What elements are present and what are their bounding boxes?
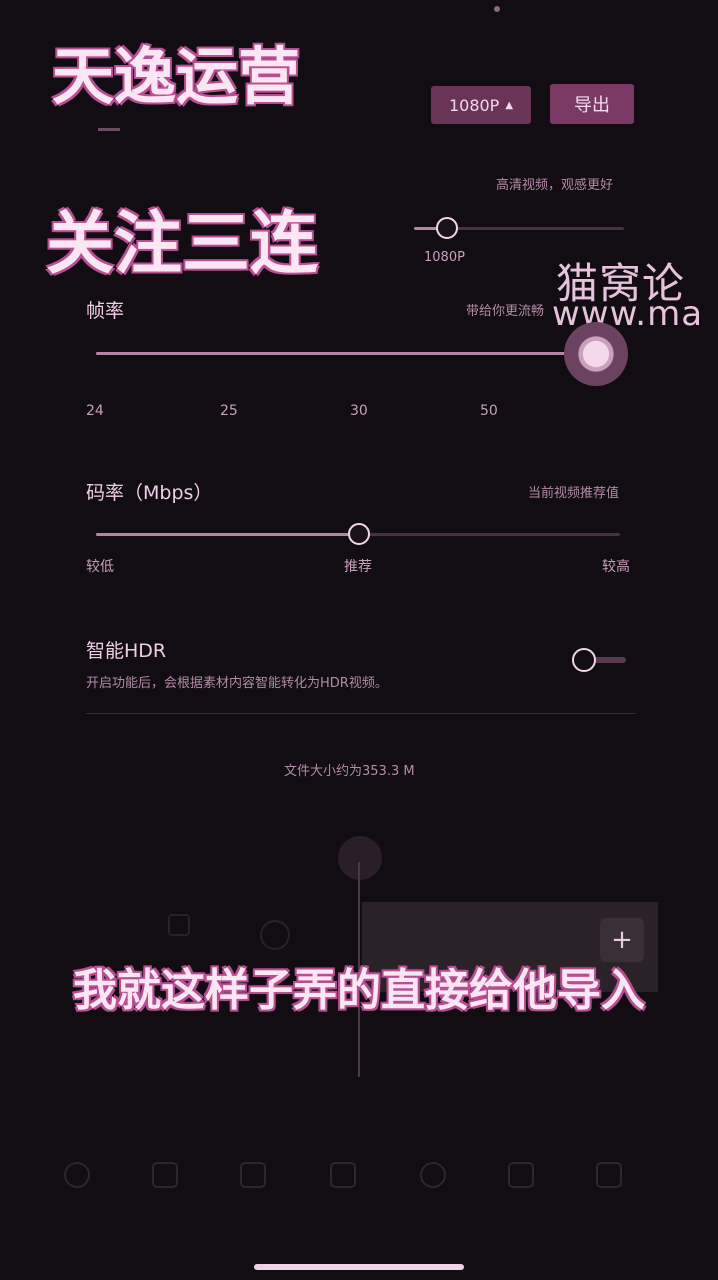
frame-rate-tick: 30 <box>350 403 368 419</box>
bitrate-slider-knob[interactable] <box>348 523 370 545</box>
frame-rate-tick: 24 <box>86 403 104 419</box>
divider <box>86 713 636 714</box>
playhead-handle[interactable] <box>338 836 382 880</box>
toolbar-cut-icon[interactable] <box>64 1162 90 1188</box>
bitrate-tick: 较低 <box>86 559 114 575</box>
toolbar-adjust-icon[interactable] <box>596 1162 622 1188</box>
hdr-label: 智能HDR <box>86 640 167 662</box>
frame-rate-label: 帧率 <box>86 300 125 322</box>
bitrate-label: 码率（Mbps） <box>86 482 213 504</box>
collapse-handle <box>98 128 120 131</box>
resolution-value-label: 1080P <box>424 250 465 265</box>
home-indicator[interactable] <box>254 1264 464 1270</box>
audio-icon[interactable] <box>168 914 190 936</box>
cover-icon[interactable] <box>260 920 290 950</box>
toolbar-audio-icon[interactable] <box>152 1162 178 1188</box>
file-size-text: 文件大小约为353.3 M <box>284 764 415 779</box>
watermark-line2: 关注三连 <box>46 205 319 284</box>
toolbar-text-icon[interactable] <box>240 1162 266 1188</box>
resolution-slider-knob[interactable] <box>436 217 458 239</box>
resolution-hint: 高清视频，观感更好 <box>496 178 614 193</box>
watermark-line1: 天逸运营 <box>52 40 301 113</box>
frame-rate-slider-fill <box>96 352 596 355</box>
hdr-description: 开启功能后，会根据素材内容智能转化为HDR视频。 <box>86 676 388 691</box>
frame-rate-tick: 50 <box>480 403 498 419</box>
hdr-toggle-knob[interactable] <box>572 648 596 672</box>
bitrate-tick: 推荐 <box>344 559 372 575</box>
frame-rate-tick: 25 <box>220 403 238 419</box>
video-subtitle: 我就这样子弄的直接给他导入 <box>73 965 645 1016</box>
export-button[interactable]: 导出 <box>550 84 634 124</box>
plus-icon: + <box>611 925 633 955</box>
status-dot <box>494 6 500 12</box>
toolbar-filter-icon[interactable] <box>508 1162 534 1188</box>
toolbar-sticker-icon[interactable] <box>330 1162 356 1188</box>
bitrate-tick: 较高 <box>602 559 630 575</box>
resolution-button-label: 1080P <box>448 95 500 115</box>
frame-rate-slider-knob[interactable] <box>564 322 628 386</box>
toolbar-effects-icon[interactable] <box>420 1162 446 1188</box>
frame-rate-hint: 带给你更流畅 <box>466 304 545 319</box>
bitrate-slider-fill <box>96 533 358 536</box>
bitrate-hint: 当前视频推荐值 <box>528 486 620 501</box>
resolution-dropdown-button[interactable]: 1080P ▲ <box>431 86 531 124</box>
site-watermark-url: www.ma <box>552 294 704 334</box>
caret-up-icon: ▲ <box>505 99 514 111</box>
